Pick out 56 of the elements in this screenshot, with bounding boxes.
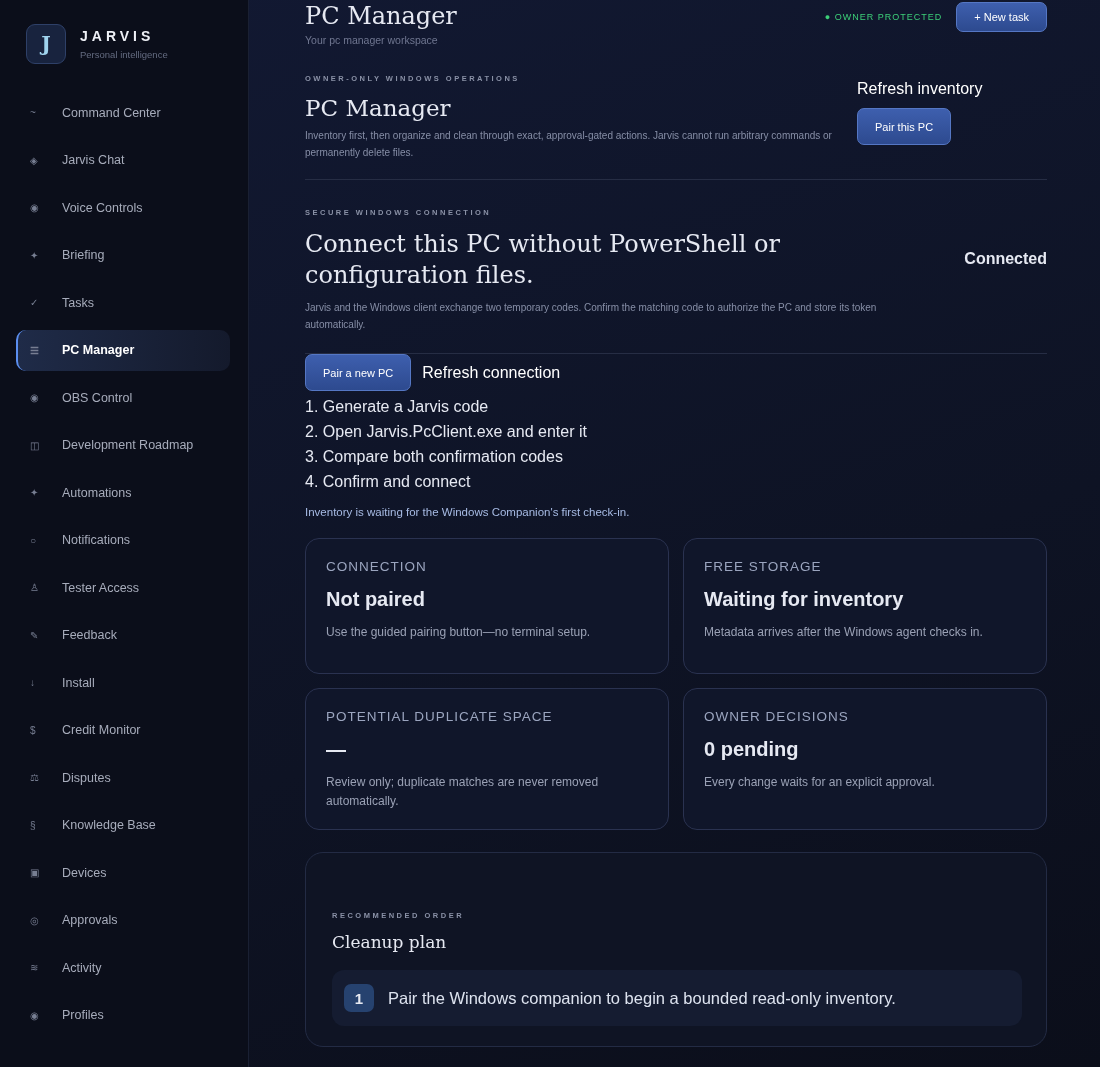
connection-status: Connected xyxy=(964,250,1047,268)
sidebar-item[interactable]: ♙ Tester Access xyxy=(16,567,230,609)
stat-label: OWNER DECISIONS xyxy=(704,709,850,724)
stat-note: Review only; duplicate matches are never removed automatically. xyxy=(326,774,600,810)
stat-label: FREE STORAGE xyxy=(704,559,823,574)
stat-label: POTENTIAL DUPLICATE SPACE xyxy=(326,709,554,724)
sidebar-item[interactable]: ⚖ Disputes xyxy=(16,757,230,799)
sidebar-item[interactable]: ◉ Profiles xyxy=(16,994,230,1036)
sidebar-item[interactable]: ◉ Voice Controls xyxy=(16,187,230,229)
step-number-badge: 1 xyxy=(344,984,374,1012)
sidebar-item[interactable]: ◉ OBS Control xyxy=(16,377,230,419)
logo-badge: J xyxy=(26,24,66,64)
sidebar-item[interactable]: ○ Notifications xyxy=(16,519,230,561)
stat-label: CONNECTION xyxy=(326,559,428,574)
sidebar-item[interactable]: ▣ Devices xyxy=(16,852,230,894)
stat-value: 0 pending xyxy=(704,738,800,761)
stat-value: Not paired xyxy=(326,588,426,611)
pairing-step: 1. Generate a Jarvis code xyxy=(305,394,1047,419)
pair-new-pc-button[interactable]: Pair a new PC xyxy=(305,354,412,391)
pairing-step: 3. Compare both confirmation codes xyxy=(305,444,1047,469)
sidebar-item[interactable]: ✓ Tasks xyxy=(16,282,230,324)
sidebar-item[interactable]: ☰ PC Manager xyxy=(16,329,230,371)
brand-tagline: Personal intelligence xyxy=(80,49,168,60)
sidebar-item[interactable]: ◈ Jarvis Chat xyxy=(16,139,230,181)
inventory-notice: Inventory is waiting for the Windows Companion's first check-in. xyxy=(305,506,631,518)
pairing-step: 2. Open Jarvis.PcClient.exe and enter it xyxy=(305,419,1047,444)
refresh-connection-link[interactable]: Refresh connection xyxy=(422,363,561,382)
sidebar-item[interactable]: § Knowledge Base xyxy=(16,804,230,846)
owner-status: ● OWNER PROTECTED xyxy=(824,12,943,22)
plan-title: Cleanup plan xyxy=(332,932,448,952)
page-title: PC Manager xyxy=(305,2,457,30)
refresh-inventory-link[interactable]: Refresh inventory xyxy=(857,80,983,98)
page-subtitle: Your pc manager workspace xyxy=(305,34,439,46)
sidebar-item[interactable]: ~ Command Center xyxy=(16,92,230,134)
stat-value: Waiting for inventory xyxy=(704,588,905,611)
stat-note: Every change waits for an explicit approval. xyxy=(704,774,936,791)
brand-name: JARVIS xyxy=(80,28,156,44)
section-description: Jarvis and the Windows client exchange two temporary codes. Confirm the matching code to authorize the PC and store its token automatically. xyxy=(305,301,878,332)
sidebar-item[interactable]: ✦ Automations xyxy=(16,472,230,514)
plan-step-text: Pair the Windows companion to begin a bounded read-only inventory. xyxy=(388,988,896,1008)
sidebar-item[interactable]: ◎ Approvals xyxy=(16,899,230,941)
sidebar-item[interactable]: ≋ Activity xyxy=(16,947,230,989)
new-task-button[interactable]: + New task xyxy=(956,2,1047,32)
sidebar-item[interactable]: $ Credit Monitor xyxy=(16,709,230,751)
pair-pc-button[interactable]: Pair this PC xyxy=(857,108,952,145)
stat-value: — xyxy=(326,738,347,761)
stat-note: Metadata arrives after the Windows agent checks in. xyxy=(704,624,984,641)
section-description: Inventory first, then organize and clean through exact, approval-gated actions. Jarvis cannot run arbitrary commands or permanently delete files. xyxy=(305,129,833,160)
pairing-step: 4. Confirm and connect xyxy=(305,469,1047,494)
sidebar-item[interactable]: ✎ Feedback xyxy=(16,614,230,656)
sidebar-item[interactable]: ✦ Briefing xyxy=(16,234,230,276)
stat-note: Use the guided pairing button—no terminal setup. xyxy=(326,624,592,641)
section-title: PC Manager xyxy=(305,95,452,121)
sidebar-item[interactable]: ◫ Development Roadmap xyxy=(16,424,230,466)
section-title: Connect this PC without PowerShell or configuration files. xyxy=(305,229,781,291)
sidebar-item[interactable]: ↓ Install xyxy=(16,662,230,704)
